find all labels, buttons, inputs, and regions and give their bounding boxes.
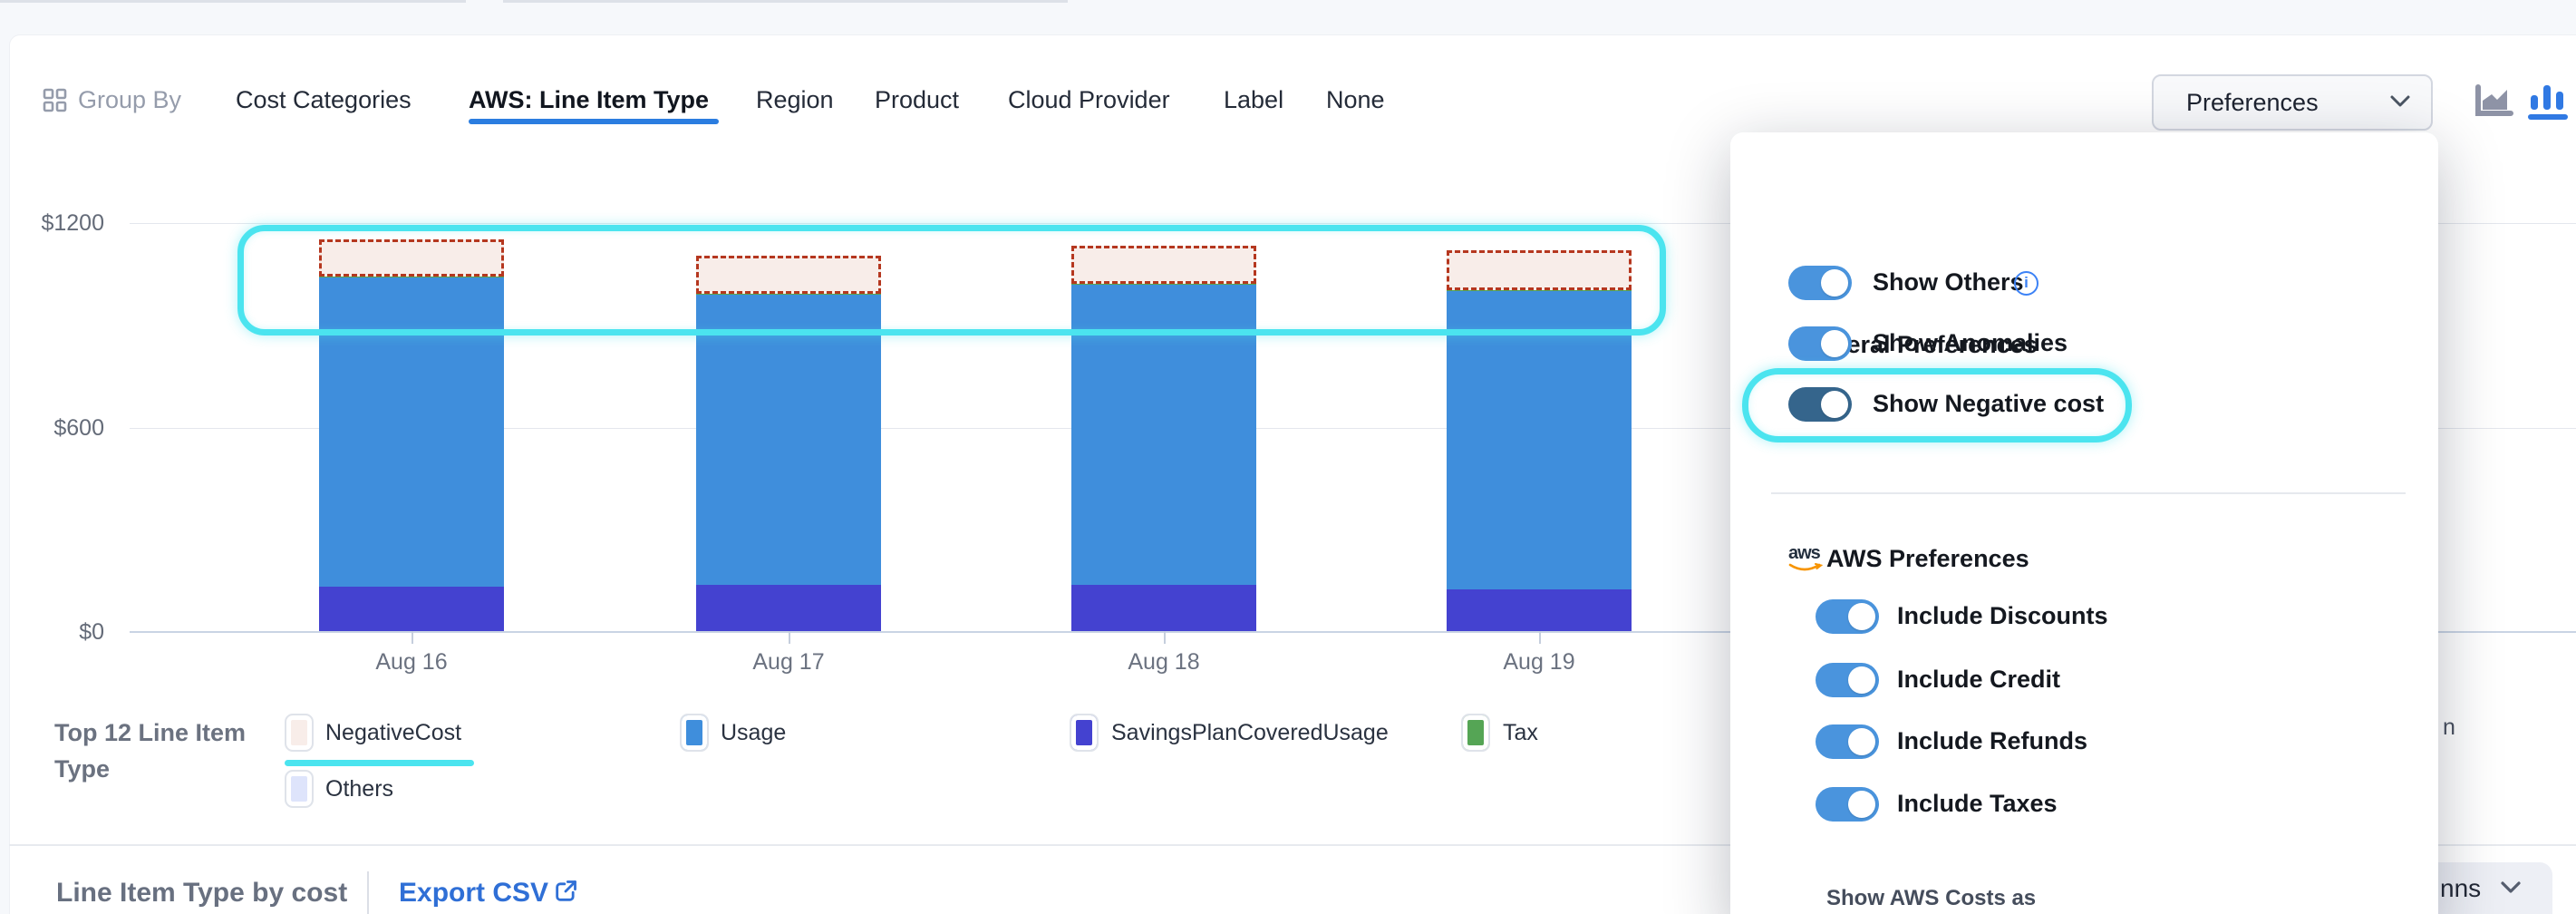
show-negative-cost-highlight-box	[1742, 368, 2132, 442]
include-credit-toggle[interactable]	[1816, 663, 1879, 697]
include-discounts-toggle[interactable]	[1816, 599, 1879, 634]
legend-clipped-fragment: n	[2443, 715, 2455, 741]
toggle-knob	[1848, 603, 1875, 630]
x-axis-tick	[1539, 631, 1541, 644]
legend-swatch-savingsplancoveredusage[interactable]	[1070, 714, 1099, 752]
toggle-knob	[1848, 728, 1875, 755]
include-taxes-toggle[interactable]	[1816, 787, 1879, 822]
x-tick-label: Aug 16	[312, 649, 511, 676]
show-anomalies-label: Show Anomalies	[1873, 329, 2068, 357]
top-edge-strip-right	[503, 0, 1068, 3]
preferences-panel: General Preferences Show Others i Show A…	[1730, 132, 2438, 914]
cost-analysis-page: Group By Cost Categories AWS: Line Item …	[0, 0, 2576, 914]
include-refunds-toggle[interactable]	[1816, 724, 1879, 759]
legend-group-title: Top 12 Line Item Type	[54, 715, 249, 787]
toggle-knob	[1848, 791, 1875, 818]
show-anomalies-toggle[interactable]	[1788, 326, 1852, 361]
y-tick-label-600: $600	[18, 414, 104, 442]
footer-section-title: Line Item Type by cost	[56, 878, 347, 909]
bar-segment-savingsplancoveredusage[interactable]	[1447, 589, 1632, 632]
show-others-label: Show Others	[1873, 268, 2024, 297]
x-axis-tick	[412, 631, 413, 644]
legend-swatch-others[interactable]	[285, 770, 314, 808]
bar-segment-savingsplancoveredusage[interactable]	[696, 585, 881, 631]
bar-chart-type-icon[interactable]	[2527, 83, 2569, 122]
toggle-knob	[1821, 269, 1848, 297]
tab-cost-categories[interactable]: Cost Categories	[236, 84, 412, 115]
group-by-label: Group By	[78, 84, 181, 115]
y-tick-label-1200: $1200	[18, 209, 104, 237]
tab-aws-line-item-type[interactable]: AWS: Line Item Type	[469, 84, 709, 115]
x-axis-tick	[789, 631, 790, 644]
tab-none[interactable]: None	[1326, 84, 1385, 115]
tab-region[interactable]: Region	[756, 84, 834, 115]
footer-vertical-divider	[367, 871, 369, 914]
legend-swatch-usage[interactable]	[680, 714, 709, 752]
tab-cloud-provider[interactable]: Cloud Provider	[1008, 84, 1170, 115]
include-taxes-label: Include Taxes	[1897, 790, 2058, 818]
toggle-knob	[1821, 330, 1848, 357]
panel-section-divider	[1771, 492, 2406, 494]
preferences-dropdown-button[interactable]: Preferences	[2152, 74, 2433, 131]
legend-label-usage[interactable]: Usage	[721, 719, 786, 746]
include-credit-label: Include Credit	[1897, 666, 2060, 694]
external-link-icon[interactable]	[553, 879, 578, 904]
legend-negativecost-cyan-underline	[285, 760, 474, 766]
preferences-button-label: Preferences	[2186, 89, 2319, 117]
include-refunds-label: Include Refunds	[1897, 727, 2087, 755]
x-tick-label: Aug 18	[1064, 649, 1264, 676]
info-icon[interactable]: i	[2014, 271, 2039, 296]
columns-button-label-fragment: nns	[2440, 874, 2481, 903]
include-discounts-label: Include Discounts	[1897, 602, 2108, 630]
bar-segment-savingsplancoveredusage[interactable]	[319, 587, 504, 631]
aws-logo-icon: aws	[1788, 545, 1825, 572]
negative-cost-chart-highlight-box	[237, 225, 1666, 335]
x-tick-label: Aug 19	[1439, 649, 1639, 676]
show-aws-costs-as-label: Show AWS Costs as	[1826, 886, 2036, 911]
aws-preferences-title: AWS Preferences	[1826, 545, 2029, 573]
x-tick-label: Aug 17	[689, 649, 888, 676]
legend-label-tax[interactable]: Tax	[1503, 719, 1538, 746]
area-chart-type-icon[interactable]	[2474, 84, 2513, 119]
legend-label-savingsplancoveredusage[interactable]: SavingsPlanCoveredUsage	[1111, 719, 1389, 746]
show-others-toggle[interactable]	[1788, 266, 1852, 300]
chevron-down-icon	[2389, 94, 2411, 109]
chevron-down-icon	[2500, 880, 2522, 895]
bar-segment-savingsplancoveredusage[interactable]	[1071, 585, 1256, 631]
legend-label-others[interactable]: Others	[325, 775, 393, 802]
active-tab-underline	[469, 119, 719, 124]
legend-swatch-negativecost[interactable]	[285, 714, 314, 752]
legend-swatch-tax[interactable]	[1461, 714, 1490, 752]
x-axis-tick	[1164, 631, 1166, 644]
top-edge-strip-left	[0, 0, 466, 3]
bar-segment-usage[interactable]	[696, 294, 881, 584]
toggle-knob	[1848, 666, 1875, 694]
legend-label-negativecost[interactable]: NegativeCost	[325, 719, 461, 746]
y-tick-label-0: $0	[18, 618, 104, 646]
tab-product[interactable]: Product	[875, 84, 959, 115]
group-by-grid-icon	[43, 88, 68, 113]
export-csv-link[interactable]: Export CSV	[399, 878, 548, 909]
tab-label[interactable]: Label	[1224, 84, 1283, 115]
